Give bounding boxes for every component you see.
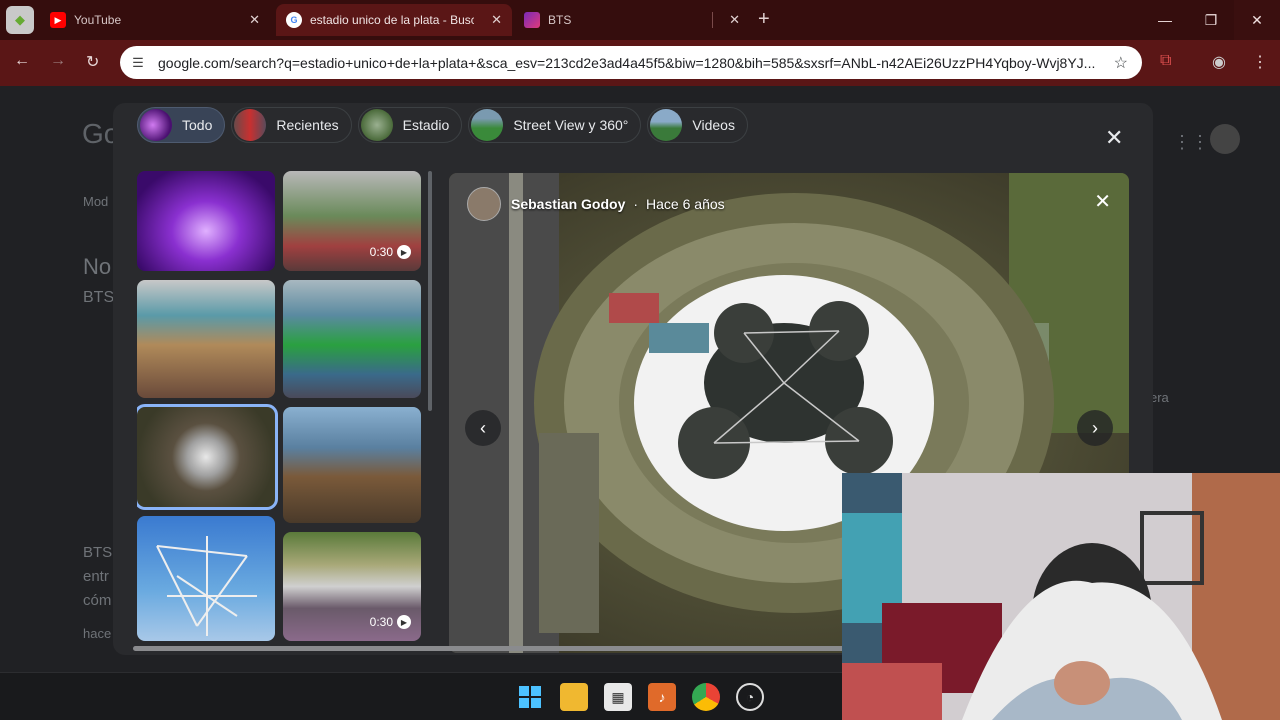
minimize-button[interactable]: — (1142, 0, 1188, 40)
roof-structure-graphic (156, 536, 257, 636)
close-tab-icon[interactable]: ✕ (729, 12, 740, 28)
webcam-feed (842, 473, 1280, 720)
result-subheading: BTS (83, 289, 115, 306)
address-bar[interactable]: ☰ google.com/search?q=estadio+unico+de+l… (120, 46, 1142, 79)
fl-studio-icon[interactable]: ♪ (648, 683, 676, 711)
duration-label: 0:30 (369, 245, 393, 259)
tab-separator (712, 12, 713, 28)
bts-icon (524, 12, 540, 28)
snippet-line: cóm (83, 592, 112, 609)
url-text[interactable]: google.com/search?q=estadio+unico+de+la+… (158, 55, 1103, 71)
extensions-icon[interactable]: ⧉ (1160, 52, 1171, 70)
browser-toolbar: ← → ↻ ☰ google.com/search?q=estadio+unic… (0, 40, 1280, 86)
play-icon: ▶ (397, 245, 411, 259)
play-icon: ▶ (397, 615, 411, 629)
video-duration: 0:30 ▶ (370, 245, 411, 259)
thumbnail-aerial-stadium[interactable] (137, 404, 278, 510)
tab-title: BTS (548, 13, 572, 27)
chip-recientes[interactable]: Recientes (231, 107, 352, 143)
tab-strip: ◆ ▶ YouTube ✕ G estadio unico de la plat… (0, 0, 1280, 40)
close-viewer-icon[interactable]: ✕ (1105, 125, 1123, 151)
webcam-overlay (842, 473, 1280, 720)
author-name[interactable]: Sebastian Godoy (511, 196, 625, 212)
site-info-icon[interactable]: ☰ (130, 55, 146, 71)
restore-button[interactable]: ❐ (1188, 0, 1234, 40)
avatar (1210, 124, 1240, 154)
previous-image-button[interactable]: ‹ (465, 410, 501, 446)
thumbnail-video-fans[interactable]: 0:30 ▶ (283, 532, 421, 641)
obs-icon[interactable]: ◔ (736, 683, 764, 711)
mode-tab: Mod (83, 194, 109, 209)
chip-label: Street View y 360° (513, 117, 629, 133)
tab-search-icon: ◆ (15, 12, 25, 27)
separator-dot: · (633, 196, 639, 212)
chevron-right-icon: › (1092, 417, 1098, 438)
chip-thumbnail (360, 109, 393, 141)
new-tab-button[interactable]: + (758, 8, 770, 31)
tab-bts[interactable]: BTS ✕ (514, 4, 750, 36)
chip-label: Estadio (402, 117, 450, 133)
thumbnail-stadium-stage[interactable] (137, 280, 275, 398)
close-window-button[interactable]: ✕ (1234, 0, 1280, 40)
tab-google-search[interactable]: G estadio unico de la plata - Busca ✕ (276, 4, 512, 36)
chip-thumbnail (471, 109, 504, 141)
filter-chips: Todo Recientes Estadio Street View y 360… (137, 107, 748, 143)
tab-youtube[interactable]: ▶ YouTube ✕ (40, 4, 270, 36)
windows-logo (519, 686, 541, 708)
file-explorer-icon[interactable] (560, 683, 588, 711)
chip-label: Videos (692, 117, 735, 133)
chip-thumbnail (140, 109, 172, 141)
bookmark-star-icon[interactable]: ☆ (1114, 53, 1128, 73)
chrome-icon[interactable] (692, 683, 720, 711)
chip-label: Recientes (276, 117, 339, 133)
thumbnail-roof-structure[interactable] (137, 516, 275, 641)
thumbnail-stadium-field[interactable] (283, 280, 421, 398)
close-image-icon[interactable]: ✕ (1094, 189, 1111, 214)
google-icon: G (286, 12, 302, 28)
thumbnail-scrollbar[interactable] (428, 171, 432, 411)
chip-label: Todo (182, 117, 213, 133)
chip-todo[interactable]: Todo (137, 107, 226, 143)
chip-videos[interactable]: Videos (647, 107, 748, 143)
profile-icon[interactable]: ◉ (1212, 52, 1226, 72)
tab-title: YouTube (74, 13, 122, 27)
thumbnail-stadium-dirt[interactable] (283, 407, 421, 523)
chevron-left-icon: ‹ (480, 417, 486, 438)
video-duration: 0:30 ▶ (370, 615, 411, 629)
image-time: Hace 6 años (646, 196, 725, 212)
next-image-button[interactable]: › (1077, 410, 1113, 446)
menu-icon[interactable]: ⋮ (1252, 52, 1268, 72)
chip-thumbnail (650, 109, 683, 141)
forward-icon[interactable]: → (50, 52, 66, 70)
snippet-line: BTS (83, 544, 113, 561)
thumbnail-grid: 0:30 ▶ 0:30 ▶ (137, 171, 427, 641)
youtube-icon: ▶ (50, 12, 66, 28)
chip-estadio[interactable]: Estadio (357, 107, 463, 143)
author-avatar[interactable] (467, 187, 501, 221)
thumbnail-video-crowd[interactable]: 0:30 ▶ (283, 171, 421, 271)
back-icon[interactable]: ← (14, 52, 30, 70)
result-heading: No (83, 254, 112, 279)
chip-street-view[interactable]: Street View y 360° (468, 107, 642, 143)
store-icon[interactable]: ▦ (604, 683, 632, 711)
tab-search-button[interactable]: ◆ (6, 6, 34, 34)
image-author: Sebastian Godoy · Hace 6 años (467, 187, 725, 221)
reload-icon[interactable]: ↻ (86, 52, 99, 72)
duration-label: 0:30 (369, 615, 393, 629)
chip-thumbnail (234, 109, 267, 141)
close-tab-icon[interactable]: ✕ (249, 12, 260, 28)
close-tab-icon[interactable]: ✕ (491, 12, 502, 28)
snippet-line: entr (83, 568, 109, 585)
snippet-meta: hace (83, 626, 112, 641)
tab-title: estadio unico de la plata - Busca (310, 13, 474, 27)
windows-start-icon[interactable] (516, 683, 544, 711)
thumbnail-concert-purple[interactable] (137, 171, 275, 271)
